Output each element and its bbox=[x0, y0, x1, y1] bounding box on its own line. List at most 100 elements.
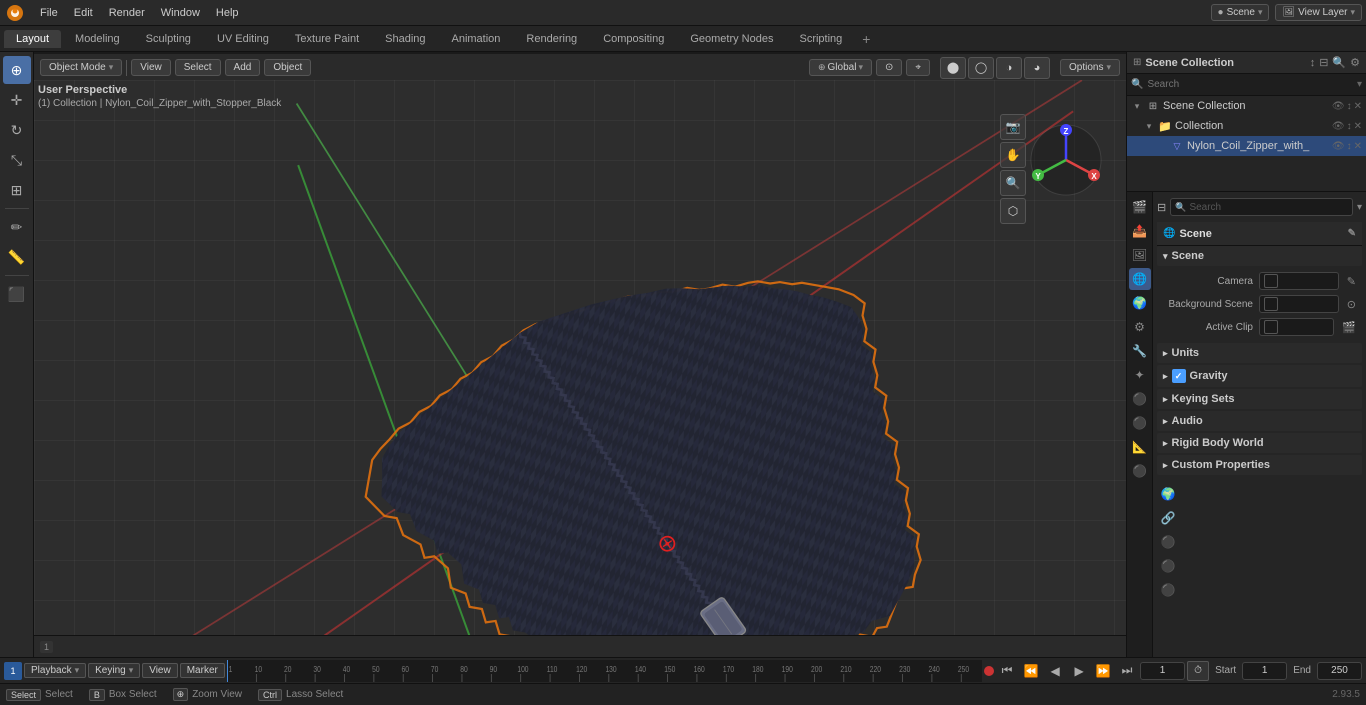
material-bottom-icon[interactable]: ⚫ bbox=[1157, 579, 1179, 601]
add-menu[interactable]: Add bbox=[225, 59, 261, 76]
tab-modeling[interactable]: Modeling bbox=[63, 30, 132, 48]
tab-shading[interactable]: Shading bbox=[373, 30, 437, 48]
render-props-icon[interactable]: 🎬 bbox=[1129, 196, 1151, 218]
collection-exclude-icon[interactable]: ✕ bbox=[1354, 121, 1362, 132]
measure-tool[interactable]: 📏 bbox=[3, 243, 31, 271]
viewport-main[interactable]: User Perspective (1) Collection | Nylon_… bbox=[34, 80, 1126, 635]
tab-animation[interactable]: Animation bbox=[440, 30, 513, 48]
outliner-filter-ops[interactable]: ▾ bbox=[1357, 79, 1362, 90]
transform-tool[interactable]: ⊞ bbox=[3, 176, 31, 204]
collection-eye-icon[interactable]: 👁 bbox=[1332, 121, 1345, 132]
viewport-shading-eevee[interactable]: ◕ bbox=[1024, 57, 1050, 79]
physics-props-icon[interactable]: ⚫ bbox=[1129, 388, 1151, 410]
view-menu-timeline[interactable]: View bbox=[142, 663, 178, 678]
blender-logo[interactable] bbox=[4, 2, 26, 24]
active-clip-icon[interactable]: 🎬 bbox=[1342, 321, 1356, 334]
rigid-body-header[interactable]: ▸ Rigid Body World bbox=[1157, 433, 1362, 453]
object-eye-icon[interactable]: 👁 bbox=[1332, 141, 1345, 152]
view-menu[interactable]: View bbox=[131, 59, 171, 76]
viewport-shading-solid[interactable]: ⬤ bbox=[940, 57, 966, 79]
current-frame-input[interactable]: 1 bbox=[1140, 662, 1185, 680]
timing-btn[interactable]: ⏱ bbox=[1187, 661, 1209, 681]
keying-sets-header[interactable]: ▸ Keying Sets bbox=[1157, 389, 1362, 409]
render-engine-selector[interactable]: ● Scene ▾ bbox=[1211, 4, 1270, 21]
outliner-filter-icon[interactable]: ⊞ bbox=[1133, 57, 1141, 68]
object-exclude-icon[interactable]: ✕ bbox=[1354, 141, 1362, 152]
collection-select-icon[interactable]: ↕ bbox=[1347, 121, 1352, 132]
menu-render[interactable]: Render bbox=[101, 5, 153, 21]
outliner-sort-icon[interactable]: ↕ bbox=[1310, 57, 1316, 69]
material-props-icon[interactable]: ⚫ bbox=[1129, 460, 1151, 482]
menu-edit[interactable]: Edit bbox=[66, 5, 101, 21]
tab-texture-paint[interactable]: Texture Paint bbox=[283, 30, 371, 48]
viewport-shading-material[interactable]: ◯ bbox=[968, 57, 994, 79]
active-clip-value[interactable] bbox=[1259, 318, 1334, 336]
keying-menu[interactable]: Keying bbox=[88, 663, 140, 678]
outliner-search-icon[interactable]: 🔍 bbox=[1332, 56, 1346, 69]
camera-value[interactable] bbox=[1259, 272, 1339, 290]
constraint-props-icon[interactable]: ⚫ bbox=[1129, 412, 1151, 434]
props-search-bar[interactable]: 🔍 Search bbox=[1170, 198, 1353, 216]
next-keyframe-btn[interactable]: ⏩ bbox=[1092, 661, 1114, 681]
physics-bottom-icon[interactable]: ⚫ bbox=[1157, 531, 1179, 553]
prev-keyframe-btn[interactable]: ⏪ bbox=[1020, 661, 1042, 681]
world-props-icon[interactable]: 🌍 bbox=[1129, 292, 1151, 314]
scale-tool[interactable]: ⤡ bbox=[3, 146, 31, 174]
background-scene-value[interactable] bbox=[1259, 295, 1339, 313]
constraint2-bottom-icon[interactable]: ⚫ bbox=[1157, 555, 1179, 577]
scene-edit-icon[interactable]: ✎ bbox=[1348, 228, 1356, 239]
scene-select-icon[interactable]: ↕ bbox=[1347, 101, 1352, 112]
background-scene-icon[interactable]: ⊙ bbox=[1347, 298, 1356, 311]
jump-start-btn[interactable]: ⏮ bbox=[996, 661, 1018, 681]
menu-window[interactable]: Window bbox=[153, 5, 208, 21]
tab-rendering[interactable]: Rendering bbox=[514, 30, 589, 48]
playback-menu[interactable]: Playback bbox=[24, 663, 86, 678]
particle-props-icon[interactable]: ✦ bbox=[1129, 364, 1151, 386]
tab-compositing[interactable]: Compositing bbox=[591, 30, 676, 48]
units-section-header[interactable]: ▸ Units bbox=[1157, 343, 1362, 363]
outliner-object[interactable]: ▸ ▽ Nylon_Coil_Zipper_with_ 👁 ↕ ✕ bbox=[1127, 136, 1366, 156]
props-filter-icon[interactable]: ⊟ bbox=[1157, 201, 1166, 214]
nav-material-icon[interactable]: ⬡ bbox=[1000, 198, 1026, 224]
play-reverse-btn[interactable]: ◀ bbox=[1044, 661, 1066, 681]
tab-sculpting[interactable]: Sculpting bbox=[134, 30, 203, 48]
camera-edit-btn[interactable]: ✎ bbox=[1347, 275, 1356, 288]
object-mode-selector[interactable]: Object Mode bbox=[40, 59, 122, 76]
add-workspace-tab[interactable]: + bbox=[856, 29, 876, 49]
tab-layout[interactable]: Layout bbox=[4, 30, 61, 48]
scene-section-header[interactable]: 🌐 Scene ✎ bbox=[1157, 222, 1362, 246]
start-frame-input[interactable]: 1 bbox=[1242, 662, 1287, 680]
select-menu[interactable]: Select bbox=[175, 59, 221, 76]
annotate-tool[interactable]: ✏ bbox=[3, 213, 31, 241]
object-select-icon[interactable]: ↕ bbox=[1347, 141, 1352, 152]
snap-toggle[interactable]: ⌖ bbox=[906, 59, 930, 76]
frame-indicator[interactable]: 1 bbox=[40, 641, 53, 653]
scene-exclude-icon[interactable]: ✕ bbox=[1354, 101, 1362, 112]
world-bottom-icon[interactable]: 🌍 bbox=[1157, 483, 1179, 505]
scene-subsection-header[interactable]: ▾ Scene bbox=[1157, 246, 1362, 266]
audio-section-header[interactable]: ▸ Audio bbox=[1157, 411, 1362, 431]
rotate-tool[interactable]: ↻ bbox=[3, 116, 31, 144]
jump-end-btn[interactable]: ⏭ bbox=[1116, 661, 1138, 681]
object-menu[interactable]: Object bbox=[264, 59, 311, 76]
output-props-icon[interactable]: 📤 bbox=[1129, 220, 1151, 242]
outliner-settings-icon[interactable]: ⚙ bbox=[1350, 56, 1360, 69]
props-chevron-down[interactable]: ▾ bbox=[1357, 202, 1362, 213]
custom-props-header[interactable]: ▸ Custom Properties bbox=[1157, 455, 1362, 475]
view-layer-props-icon[interactable]: 🖼 bbox=[1129, 244, 1151, 266]
scene-eye-icon[interactable]: 👁 bbox=[1332, 101, 1345, 112]
outliner-scene-collection[interactable]: ▾ ⊞ Scene Collection 👁 ↕ ✕ bbox=[1127, 96, 1366, 116]
add-cube-tool[interactable]: ⬛ bbox=[3, 280, 31, 308]
outliner-collection[interactable]: ▾ 📁 Collection 👁 ↕ ✕ bbox=[1127, 116, 1366, 136]
nav-camera-icon[interactable]: 📷 bbox=[1000, 114, 1026, 140]
nav-zoom-icon[interactable]: 🔍 bbox=[1000, 170, 1026, 196]
object-data-icon[interactable]: ⚙ bbox=[1129, 316, 1151, 338]
tab-geometry-nodes[interactable]: Geometry Nodes bbox=[678, 30, 785, 48]
viewport-shading-rendered[interactable]: ◑ bbox=[996, 57, 1022, 79]
gravity-checkbox[interactable]: ✓ bbox=[1172, 369, 1186, 383]
play-btn[interactable]: ▶ bbox=[1068, 661, 1090, 681]
constraint-bottom-icon[interactable]: 🔗 bbox=[1157, 507, 1179, 529]
timeline-mode-icon[interactable]: 1 bbox=[4, 662, 22, 680]
move-tool[interactable]: ✛ bbox=[3, 86, 31, 114]
nav-hand-icon[interactable]: ✋ bbox=[1000, 142, 1026, 168]
